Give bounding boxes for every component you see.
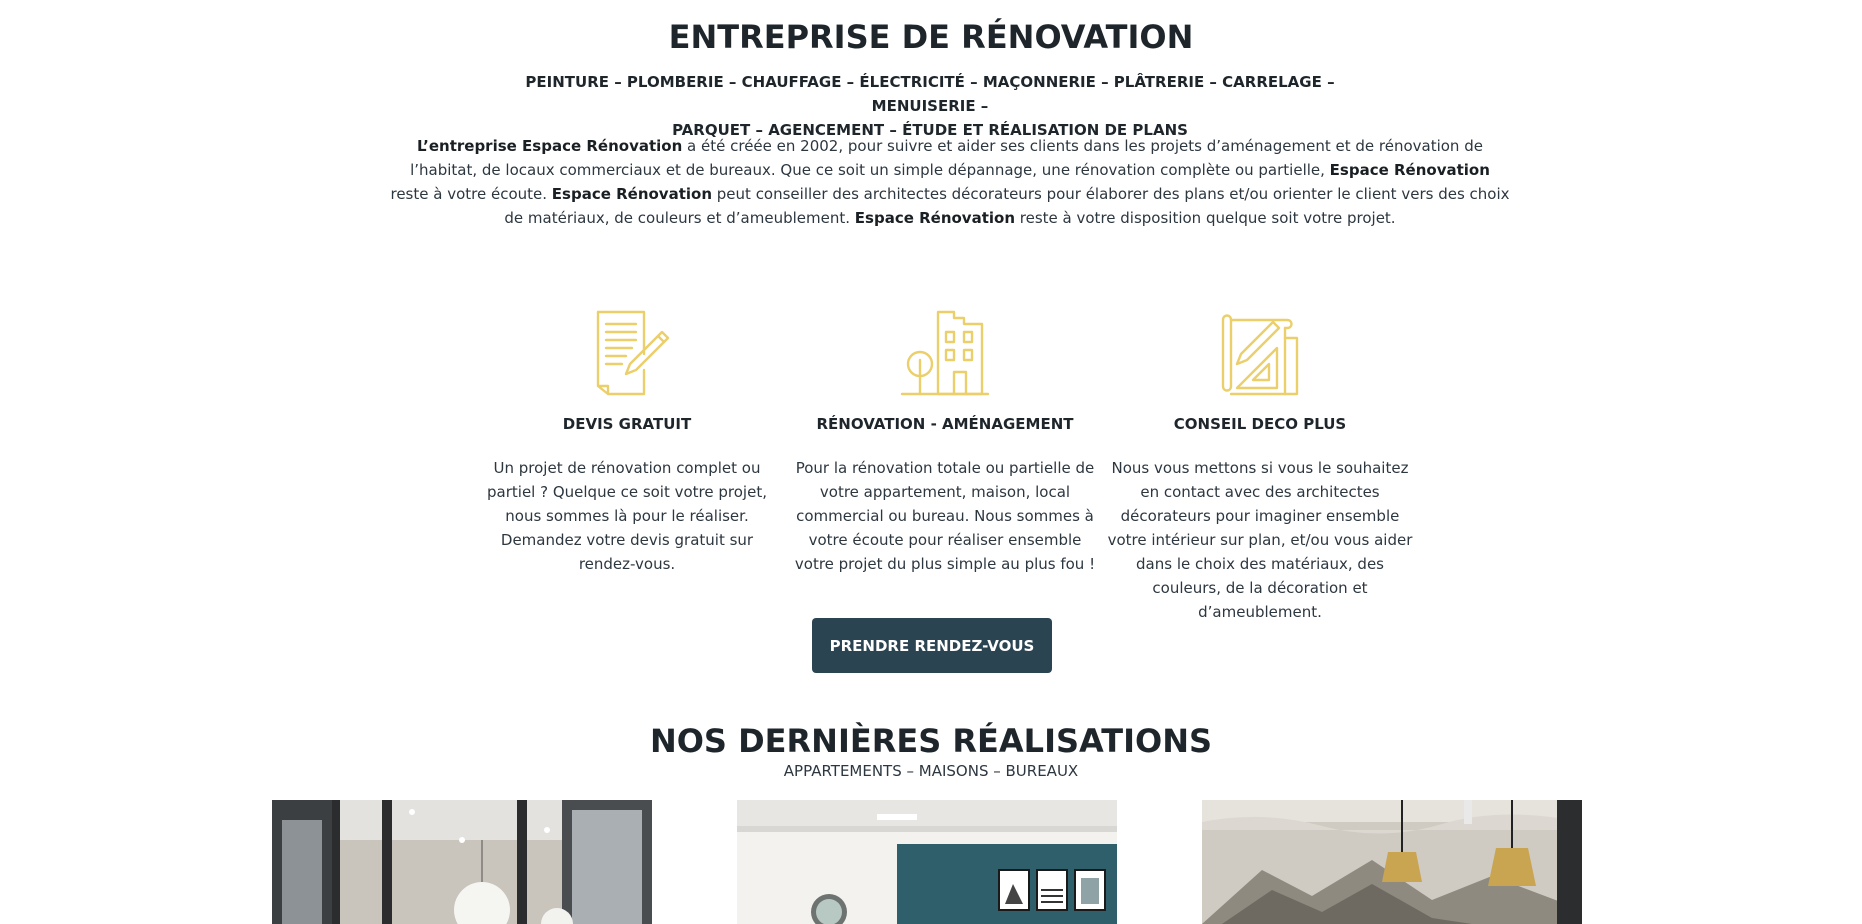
realisation-photo-office[interactable] [272,800,652,924]
feature-text: Un projet de rénovation complet ou parti… [487,459,767,573]
feature-text: Nous vous mettons si vous le souhaitez e… [1107,459,1413,621]
living-photo-image [737,800,1117,924]
intro-paragraph: L’entreprise Espace Rénovation a été cré… [390,134,1510,230]
appointment-button[interactable]: PRENDRE RENDEZ-VOUS [812,618,1052,673]
services-line-1: PEINTURE – PLOMBERIE – CHAUFFAGE – ÉLECT… [525,73,1335,115]
page-title: ENTREPRISE DE RÉNOVATION [668,18,1194,56]
feature-conseil: CONSEIL DECO PLUS Nous vous mettons si v… [1105,308,1415,624]
intro-bold-4: Espace Rénovation [854,209,1016,227]
intro-text-4: reste à votre disposition quelque soit v… [1015,209,1396,227]
realisations-title: NOS DERNIÈRES RÉALISATIONS [649,722,1213,760]
realisation-photo-dining[interactable] [1202,800,1582,924]
intro-text-2: reste à votre écoute. [390,185,552,203]
intro-bold-2: Espace Rénovation [1329,161,1490,179]
page: ENTREPRISE DE RÉNOVATION PEINTURE – PLOM… [0,0,1862,924]
dining-photo-image [1202,800,1582,924]
intro-bold-3: Espace Rénovation [551,185,713,203]
feature-devis: DEVIS GRATUIT Un projet de rénovation co… [472,308,782,576]
blueprint-ruler-icon [1221,314,1299,396]
office-photo-image [272,800,652,924]
feature-title: RÉNOVATION - AMÉNAGEMENT [816,415,1074,433]
building-tree-icon [900,310,990,396]
services-list: PEINTURE – PLOMBERIE – CHAUFFAGE – ÉLECT… [500,70,1360,142]
realisation-photo-living[interactable] [737,800,1117,924]
document-pencil-icon [596,310,670,396]
feature-text: Pour la rénovation totale ou partielle d… [794,459,1096,573]
feature-renovation: RÉNOVATION - AMÉNAGEMENT Pour la rénovat… [790,308,1100,576]
intro-bold-1: L’entreprise Espace Rénovation [417,137,683,155]
realisations-subtitle: APPARTEMENTS – MAISONS – BUREAUX [783,762,1079,780]
feature-title: DEVIS GRATUIT [562,415,692,433]
feature-title: CONSEIL DECO PLUS [1173,415,1347,433]
